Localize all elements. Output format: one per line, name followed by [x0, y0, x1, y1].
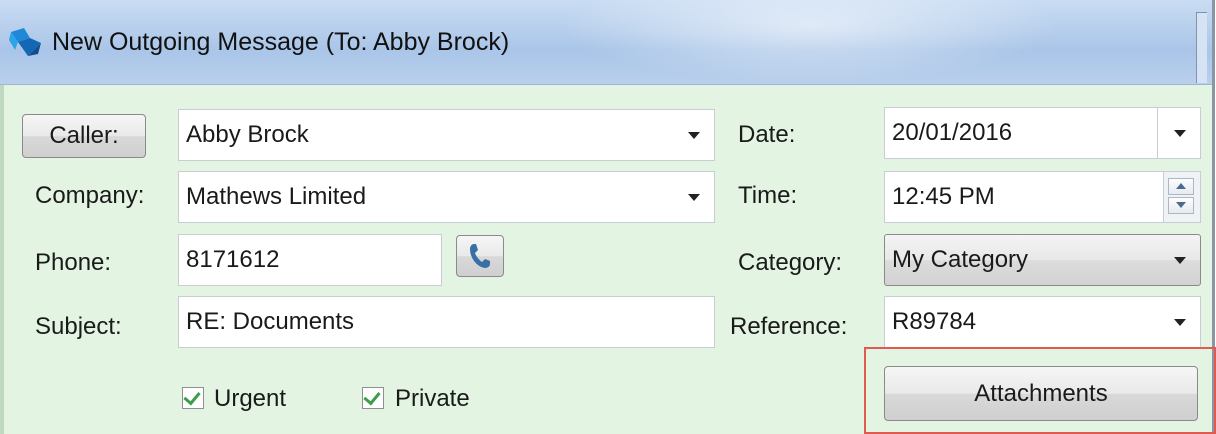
private-label[interactable]: Private [395, 385, 470, 413]
date-dropdown-button[interactable] [1157, 108, 1200, 158]
time-increment-button[interactable] [1168, 178, 1194, 195]
title-glow [560, 0, 1060, 84]
app-logo-icon [9, 28, 41, 56]
time-spinner [1163, 172, 1200, 222]
phone-value: 8171612 [186, 246, 280, 273]
dial-phone-button[interactable] [456, 235, 504, 277]
company-dropdown-arrow-icon[interactable] [688, 194, 700, 201]
date-value: 20/01/2016 [892, 119, 1013, 146]
reference-label: Reference: [730, 313, 848, 340]
subject-label: Subject: [35, 313, 122, 340]
message-window: New Outgoing Message (To: Abby Brock) Ca… [0, 0, 1216, 434]
time-label: Time: [738, 182, 798, 209]
phone-field[interactable]: 8171612 [178, 234, 442, 286]
title-bar: New Outgoing Message (To: Abby Brock) [0, 0, 1212, 85]
urgent-check-icon [183, 387, 201, 406]
caller-combobox[interactable]: Abby Brock [178, 109, 715, 161]
spin-up-icon [1176, 183, 1186, 189]
title-bar-edge [1196, 12, 1207, 83]
subject-value: RE: Documents [186, 308, 355, 335]
reference-dropdown-arrow-icon[interactable] [1174, 319, 1186, 326]
reference-combobox[interactable]: R89784 [884, 296, 1201, 348]
highlight-box [864, 347, 1216, 434]
urgent-checkbox[interactable] [182, 387, 204, 409]
company-label: Company: [35, 182, 145, 209]
caller-button[interactable]: Caller: [22, 114, 146, 158]
subject-field[interactable]: RE: Documents [178, 296, 715, 348]
phone-icon [470, 244, 490, 268]
window-title: New Outgoing Message (To: Abby Brock) [52, 28, 510, 56]
category-dropdown-arrow-icon [1174, 257, 1186, 264]
company-combobox[interactable]: Mathews Limited [178, 171, 715, 223]
caller-button-label: Caller: [49, 122, 119, 149]
category-label: Category: [738, 249, 843, 276]
time-decrement-button[interactable] [1168, 197, 1194, 214]
date-label: Date: [738, 121, 796, 148]
caller-value: Abby Brock [186, 121, 309, 148]
phone-label: Phone: [35, 249, 112, 276]
date-picker[interactable]: 20/01/2016 [884, 107, 1201, 159]
time-value: 12:45 PM [892, 183, 995, 210]
category-value: My Category [892, 246, 1029, 273]
time-field[interactable]: 12:45 PM [884, 171, 1201, 223]
category-dropdown[interactable]: My Category [884, 234, 1201, 286]
company-value: Mathews Limited [186, 183, 367, 210]
urgent-label[interactable]: Urgent [214, 385, 286, 413]
private-checkbox[interactable] [362, 387, 384, 409]
date-dropdown-arrow-icon [1174, 130, 1186, 137]
caller-dropdown-arrow-icon[interactable] [688, 132, 700, 139]
reference-value: R89784 [892, 308, 977, 335]
private-check-icon [363, 387, 381, 406]
spin-down-icon [1176, 202, 1186, 208]
